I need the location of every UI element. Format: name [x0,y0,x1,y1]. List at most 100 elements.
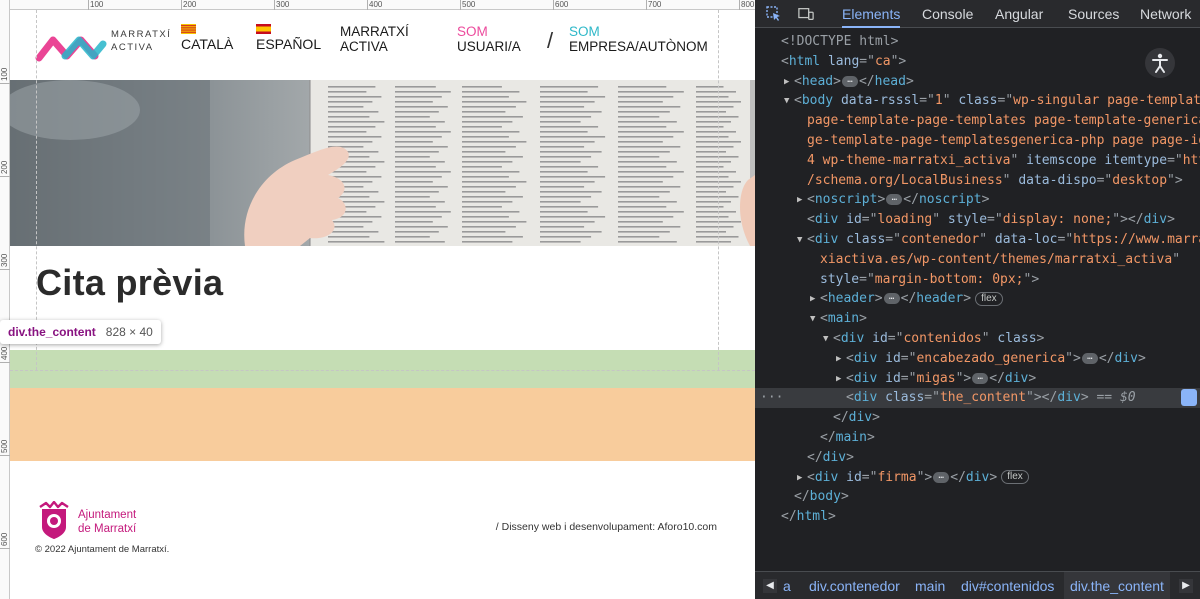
ruler-tick [0,362,10,363]
ellipsis-icon[interactable]: … [972,372,989,384]
dom-node[interactable]: ▶ <div id="encabezado_generica">… </div> [755,349,1200,369]
dom-node[interactable]: ge-template-page-templatesgenerica-php p… [755,131,1200,151]
dom-token: </ [807,449,823,465]
expand-toggle-icon[interactable]: ▶ [810,289,820,309]
devtools-panel: Elements Console Angular Sources Network… [755,0,1200,599]
dom-node[interactable]: ▼ <div id="contenidos" class> [755,329,1200,349]
dom-node[interactable]: ▶ <div id="migas">… </div> [755,369,1200,389]
breadcrumb-item[interactable]: div#contenidos [961,572,1054,599]
tab-elements[interactable]: Elements [842,0,901,28]
page-title: Cita prèvia [36,262,224,303]
dom-node[interactable]: ▼ <div class="contenedor" data-loc="https… [755,230,1200,250]
dom-token: </ [858,73,875,89]
expand-toggle-icon[interactable]: ▶ [836,369,846,389]
dom-token: </ [1098,350,1115,366]
breadcrumb-item[interactable]: div.contenedor [809,572,900,599]
breadcrumb-item-active[interactable]: div.the_content [1064,572,1170,599]
dom-node[interactable]: ▼ <body data-rsssl="1" class="wp-singular… [755,91,1200,111]
dom-node[interactable]: <html lang="ca"> [755,52,1200,72]
dom-token: class [838,232,886,247]
dom-node[interactable]: ▼ <main> [755,309,1200,329]
tab-sources[interactable]: Sources [1068,0,1119,28]
accessibility-icon[interactable] [1145,48,1175,78]
ellipsis-icon[interactable]: … [1081,352,1098,364]
expand-toggle-icon[interactable]: ▼ [823,329,833,349]
ellipsis-icon[interactable]: … [841,75,858,87]
marratxi-activa-logo[interactable]: MARRATXÍ ACTIVA [35,26,170,64]
dom-token: </ [989,370,1005,386]
dom-node[interactable]: ▶ <div id="firma">… </div> flex [755,468,1200,488]
dom-token: page-template-page-templates page-templa… [807,113,1200,129]
expand-toggle-icon[interactable]: ▶ [797,190,807,210]
ruler-tick [367,0,368,10]
dom-node[interactable]: <!DOCTYPE html> [755,32,1200,52]
tab-angular[interactable]: Angular [995,0,1043,28]
nav-som-empresa[interactable]: SOM EMPRESA/AUTÒNOM [569,24,708,54]
tooltip-element-size: 828 × 40 [105,325,153,339]
lang-es-link[interactable]: ESPAÑOL [256,24,321,52]
expand-toggle-icon[interactable]: ▼ [784,91,794,111]
dom-token: div [822,449,847,465]
inspect-element-icon[interactable] [766,6,782,22]
footer-org-name[interactable]: Ajuntament de Marratxí [78,508,136,536]
dom-node[interactable]: 4 wp-theme-marratxi_activa" itemscope it… [755,151,1200,171]
expand-toggle-icon[interactable]: ▶ [784,72,794,92]
ellipsis-icon[interactable]: … [883,293,900,305]
dom-node[interactable]: ▶ <head>… </head> [755,72,1200,92]
dom-token: < [794,73,802,89]
expand-toggle-icon[interactable]: ▶ [797,468,807,488]
dom-node[interactable]: /schema.org/LocalBusiness" data-dispo="d… [755,171,1200,191]
tab-network[interactable]: Network [1140,0,1191,28]
expand-toggle-icon[interactable]: ▼ [797,230,807,250]
dom-token: https://www.marrat [1073,232,1200,247]
dom-token: itemscope [1018,152,1097,168]
breadcrumb-item[interactable]: a [783,572,791,599]
dom-token: < [807,232,815,247]
expand-toggle-icon[interactable]: ▶ [836,349,846,369]
dom-node[interactable]: </main> [755,428,1200,448]
dom-node[interactable]: xiactiva.es/wp-content/themes/marratxi_a… [755,250,1200,270]
dom-node[interactable]: </html> [755,507,1200,527]
dom-token: < [807,212,815,228]
nav-marratxi-activa[interactable]: MARRATXÍ ACTIVA [340,24,409,54]
ellipsis-icon[interactable]: … [886,194,903,206]
dom-node[interactable]: <div id="loading" style="display: none;"… [755,210,1200,230]
dom-node[interactable]: ▶ <noscript>… </noscript> [755,190,1200,210]
ruler-left: 100 200 300 400 500 600 [0,0,10,599]
dom-node-selected[interactable]: <div class="the_content"></div> == $0 ··· [755,388,1200,409]
flex-badge[interactable]: flex [1001,470,1029,485]
footer-credit[interactable]: / Disseny web i desenvolupament: Aforo10… [496,521,717,533]
dom-node[interactable]: page-template-page-templates page-templa… [755,111,1200,131]
expand-toggle-icon[interactable]: ▼ [810,309,820,329]
breadcrumb-item[interactable]: main [915,572,945,599]
dom-token: > [866,430,875,445]
dom-token: "></ [1112,212,1144,228]
dom-token: <!DOCTYPE html> [781,34,899,49]
dom-token: > [981,192,990,208]
ai-assistance-icon[interactable] [1181,389,1197,407]
ruler-label: 800 [741,0,755,9]
guide-line [718,10,719,370]
breadcrumb-scroll-right-icon[interactable]: ▶ [1179,579,1193,593]
dom-token: > [1036,331,1045,346]
tab-console[interactable]: Console [922,0,973,28]
breadcrumb-scroll-left-icon[interactable]: ◀ [763,579,777,593]
dom-node[interactable]: </body> [755,487,1200,507]
dom-node[interactable]: style="margin-bottom: 0px;"> [755,270,1200,290]
ajuntament-crest-icon[interactable] [36,501,72,541]
dom-node[interactable]: ▶ <header>… </header> flex [755,289,1200,309]
ruler-tick [0,548,10,549]
dom-node[interactable]: </div> [755,408,1200,428]
ellipsis-icon[interactable]: … [933,471,950,483]
dom-token: "> [955,370,972,386]
ruler-label: 200 [0,160,9,174]
flex-badge[interactable]: flex [975,291,1003,306]
dom-token: =" [919,93,935,109]
dom-token: "> [1065,350,1081,366]
lang-ca-link[interactable]: CATALÀ [181,24,233,52]
node-menu-icon[interactable]: ··· [760,388,783,408]
device-toolbar-icon[interactable] [798,6,814,22]
dom-token: < [833,331,841,346]
dom-node[interactable]: </div> [755,448,1200,468]
nav-som-usuari[interactable]: SOM USUARI/A [457,24,521,54]
